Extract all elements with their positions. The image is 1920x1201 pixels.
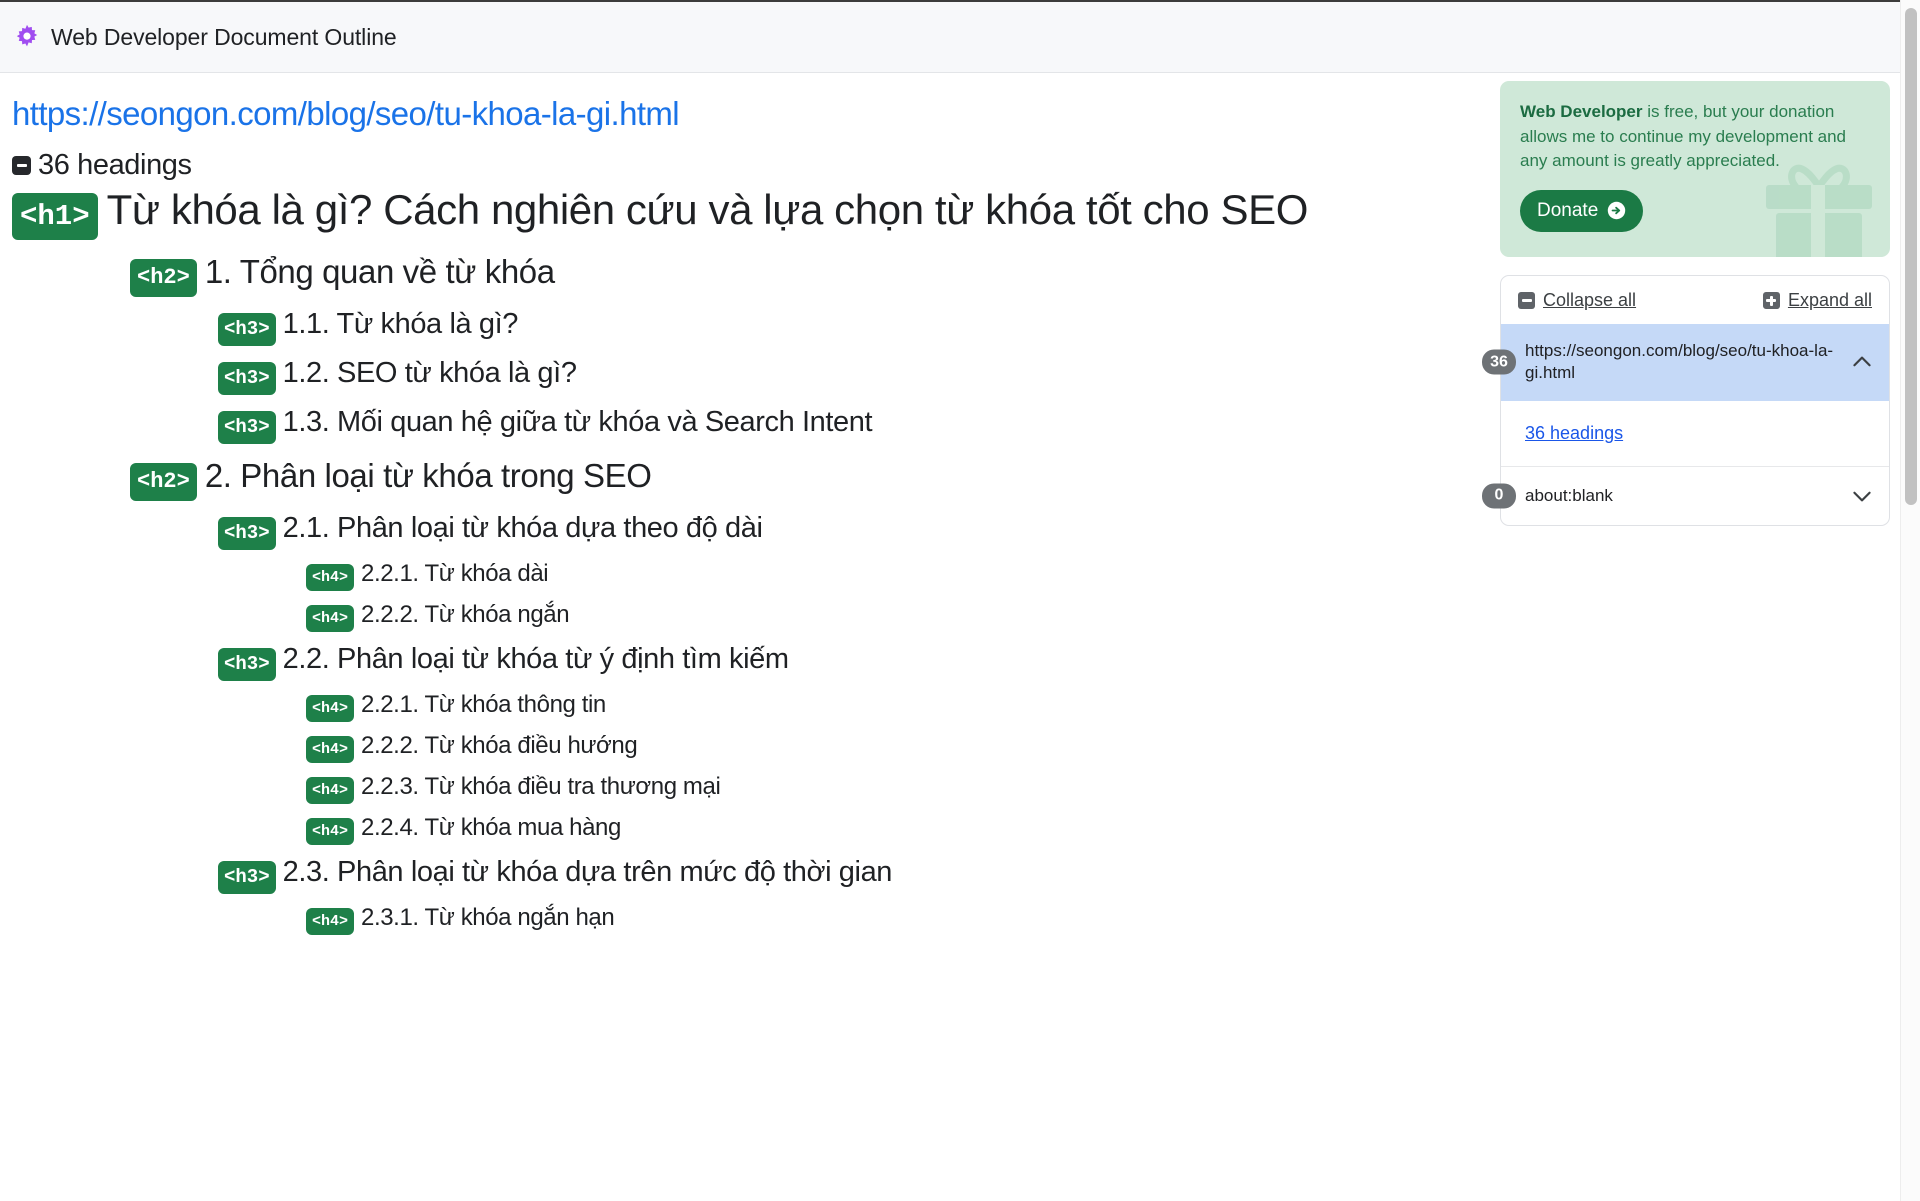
tag-badge-h3: <h3> [218, 517, 276, 550]
page-body: https://seongon.com/blog/seo/tu-khoa-la-… [0, 73, 1900, 1201]
outline-row-h3[interactable]: <h3> 1.2. SEO từ khóa là gì? [218, 356, 1440, 395]
scrollbar-thumb[interactable] [1905, 8, 1917, 505]
card-entry-about-blank[interactable]: 0 about:blank [1482, 465, 1889, 525]
donate-card: Web Developer is free, but your donation… [1500, 81, 1890, 257]
heading-text: 2.2.4. Từ khóa mua hàng [361, 814, 621, 841]
tag-badge-h4: <h4> [306, 736, 355, 763]
heading-text: 2.3. Phân loại từ khóa dựa trên mức độ t… [282, 856, 893, 888]
tag-badge-h1: <h1> [12, 193, 98, 240]
tag-badge-h4: <h4> [306, 695, 355, 722]
headings-summary-label: 36 headings [38, 149, 192, 181]
collapse-all-label: Collapse all [1543, 290, 1637, 310]
outline-row-h4[interactable]: <h4> 2.2.3. Từ khóa điều tra thương mại [306, 772, 1440, 804]
outline-row-h4[interactable]: <h4> 2.3.1. Từ khóa ngắn hạn [306, 903, 1440, 935]
plus-square-icon [1762, 292, 1780, 309]
card-subrow-headings: 36 headings [1501, 401, 1889, 466]
outline-row-h2[interactable]: <h2> 1. Tổng quan về từ khóa [130, 252, 1440, 297]
heading-text: 1.1. Từ khóa là gì? [282, 308, 519, 340]
card-entry-page[interactable]: 36 https://seongon.com/blog/seo/tu-khoa-… [1482, 324, 1889, 401]
collapse-toggle-icon[interactable] [12, 156, 31, 175]
tag-badge-h2: <h2> [130, 463, 197, 501]
tag-badge-h3: <h3> [218, 648, 276, 681]
collapse-all-button[interactable]: Collapse all [1518, 290, 1636, 311]
heading-text: 2.3.1. Từ khóa ngắn hạn [361, 904, 615, 931]
heading-text: 1.3. Mối quan hệ giữa từ khóa và Search … [282, 406, 873, 438]
heading-count-badge: 36 [1482, 349, 1516, 375]
page-url-link[interactable]: https://seongon.com/blog/seo/tu-khoa-la-… [12, 95, 680, 133]
outline-row-h4[interactable]: <h4> 2.2.2. Từ khóa điều hướng [306, 731, 1440, 763]
outline-row-h3[interactable]: <h3> 1.1. Từ khóa là gì? [218, 307, 1440, 346]
tag-badge-h4: <h4> [306, 605, 355, 632]
outline-row-h3[interactable]: <h3> 2.2. Phân loại từ khóa từ ý định tìm… [218, 642, 1440, 681]
outline-row-h2[interactable]: <h2> 2. Phân loại từ khóa trong SEO [130, 456, 1440, 501]
donate-button-label: Donate [1537, 199, 1599, 221]
sidebar: Web Developer is free, but your donation… [1482, 73, 1890, 526]
tag-badge-h3: <h3> [218, 861, 276, 894]
outline-row-h3[interactable]: <h3> 1.3. Mối quan hệ giữa từ khóa và Sea… [218, 405, 1440, 444]
tag-badge-h4: <h4> [306, 908, 355, 935]
outline-list-card: Collapse all Expand all 36 https://seong… [1482, 275, 1890, 526]
minus-square-icon [1518, 292, 1535, 309]
app-header: Web Developer Document Outline [0, 0, 1900, 73]
heading-text: 2.2.2. Từ khóa ngắn [361, 601, 570, 628]
outline-row-h4[interactable]: <h4> 2.2.1. Từ khóa dài [306, 559, 1440, 591]
tag-badge-h4: <h4> [306, 777, 355, 804]
heading-text: 2. Phân loại từ khóa trong SEO [204, 457, 652, 494]
tag-badge-h3: <h3> [218, 313, 276, 346]
donate-message: Web Developer is free, but your donation… [1520, 100, 1870, 174]
gear-icon [16, 24, 38, 47]
card-entry-title: https://seongon.com/blog/seo/tu-khoa-la-… [1525, 341, 1834, 383]
heading-text: 2.1. Phân loại từ khóa dựa theo độ dài [282, 512, 763, 544]
tag-badge-h4: <h4> [306, 564, 355, 591]
tag-badge-h2: <h2> [130, 259, 197, 297]
heading-text: 1. Tổng quan về từ khóa [204, 253, 555, 290]
chevron-down-icon[interactable] [1849, 483, 1875, 509]
heading-text: 2.2.1. Từ khóa dài [361, 560, 549, 587]
outline-row-h4[interactable]: <h4> 2.2.1. Từ khóa thông tin [306, 690, 1440, 722]
outline-row-h3[interactable]: <h3> 2.3. Phân loại từ khóa dựa trên mức … [218, 855, 1440, 894]
headings-summary[interactable]: 36 headings [12, 149, 1440, 182]
outline-row-h1[interactable]: <h1> Từ khóa là gì? Cách nghiên cứu và lự… [12, 184, 1440, 240]
tag-badge-h3: <h3> [218, 411, 276, 444]
headings-count-link[interactable]: 36 headings [1525, 423, 1623, 443]
expand-all-button[interactable]: Expand all [1762, 290, 1872, 311]
app-title: Web Developer Document Outline [51, 23, 397, 50]
donate-button[interactable]: Donate [1520, 189, 1644, 232]
heading-text: 2.2. Phân loại từ khóa từ ý định tìm kiế… [282, 643, 789, 675]
card-entry-title: about:blank [1525, 485, 1613, 505]
donate-lead: Web Developer [1520, 102, 1643, 121]
chevron-up-icon[interactable] [1849, 349, 1875, 375]
arrow-right-circle-icon [1608, 202, 1626, 220]
page-scrollbar[interactable] [1900, 0, 1920, 1201]
outline-row-h4[interactable]: <h4> 2.2.4. Từ khóa mua hàng [306, 813, 1440, 845]
heading-count-badge: 0 [1482, 483, 1516, 509]
outline-row-h4[interactable]: <h4> 2.2.2. Từ khóa ngắn [306, 600, 1440, 632]
outline-row-h3[interactable]: <h3> 2.1. Phân loại từ khóa dựa theo độ d… [218, 511, 1440, 550]
heading-text: 2.2.2. Từ khóa điều hướng [361, 732, 638, 759]
tag-badge-h4: <h4> [306, 818, 355, 845]
outline-items-list: <h1> Từ khóa là gì? Cách nghiên cứu và lự… [12, 184, 1440, 935]
heading-text: 2.2.3. Từ khóa điều tra thương mại [361, 773, 721, 800]
card-actions: Collapse all Expand all [1501, 276, 1889, 324]
heading-text: Từ khóa là gì? Cách nghiên cứu và lựa ch… [106, 186, 1309, 233]
tag-badge-h3: <h3> [218, 362, 276, 395]
expand-all-label: Expand all [1787, 290, 1872, 310]
heading-text: 1.2. SEO từ khóa là gì? [282, 357, 577, 389]
heading-text: 2.2.1. Từ khóa thông tin [361, 691, 606, 718]
outline-column: https://seongon.com/blog/seo/tu-khoa-la-… [0, 73, 1440, 935]
